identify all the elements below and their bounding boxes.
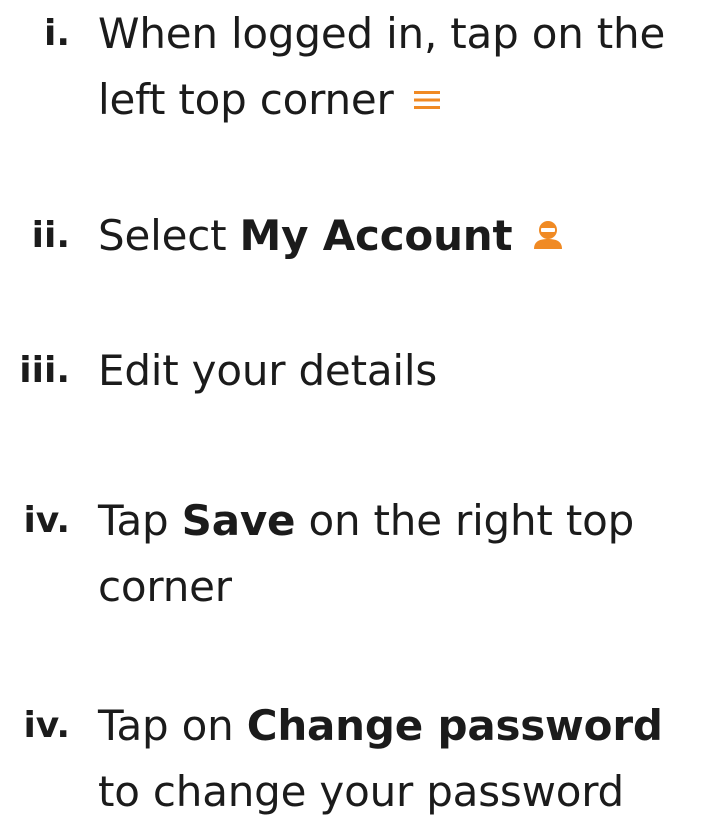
step-text-bold: My Account (239, 211, 513, 260)
step-text-prefix: Tap (98, 496, 182, 545)
step-text-line-2-text: left top corner (98, 75, 394, 124)
step-number: i. (43, 13, 70, 54)
step-text-line-1: Tap on Change password (98, 693, 698, 759)
step-text-prefix: Select (98, 211, 240, 260)
step-number: ii. (31, 215, 70, 256)
step-text-line-1: Select My Account (98, 203, 698, 269)
step-text-prefix: Tap on (98, 701, 247, 750)
step-text-line-2: left top corner (98, 67, 698, 133)
step-text-bold: Save (181, 496, 296, 545)
step-text-line-1: When logged in, tap on the (98, 9, 666, 58)
step-text-line-1: Edit your details (98, 346, 437, 395)
step-text: Edit your details (98, 338, 698, 404)
step-number: iv. (23, 705, 70, 746)
step-number: iii. (19, 350, 70, 391)
step-number: iv. (23, 500, 70, 541)
step-text: Tap on Change password to change your pa… (98, 693, 698, 825)
account-icon (534, 220, 563, 249)
step-text-bold: Change password (246, 701, 663, 750)
instruction-steps: i. When logged in, tap on the left top c… (0, 0, 701, 820)
step-text: Select My Account (98, 203, 698, 269)
step-text-line-1: Tap Save on the right top (98, 488, 698, 554)
menu-icon (413, 90, 440, 109)
step-text: Tap Save on the right top corner (98, 488, 698, 620)
step-text: When logged in, tap on the left top corn… (98, 1, 698, 133)
step-text-line-2: to change your password (98, 767, 625, 816)
step-text-suffix: on the right top (295, 496, 635, 545)
step-text-line-2: corner (98, 562, 232, 611)
